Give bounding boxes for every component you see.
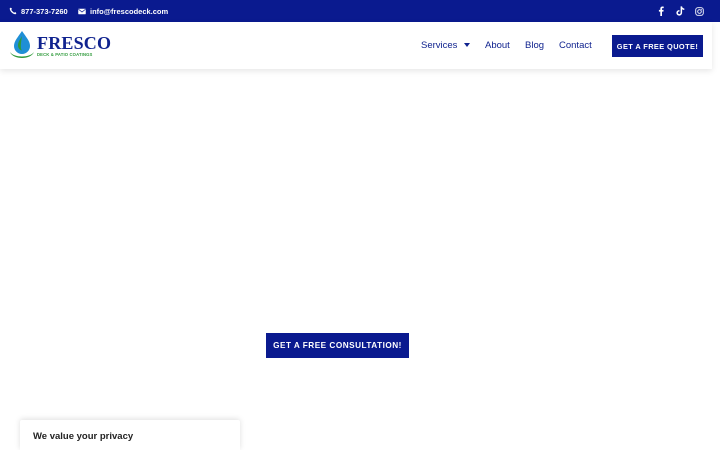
site-header: FRESCO DECK & PATIO COATINGS Services Ab… [0,22,712,69]
envelope-icon [78,8,86,15]
top-contact-bar: 877-373-7260 info@frescodeck.com [0,0,720,22]
nav-contact[interactable]: Contact [559,22,592,69]
nav-about[interactable]: About [485,22,510,69]
logo-tagline: DECK & PATIO COATINGS [37,52,93,57]
logo-wordmark: FRESCO DECK & PATIO COATINGS [37,34,111,58]
nav-services[interactable]: Services [421,22,473,69]
caret-down-icon [461,40,473,51]
get-free-consultation-button[interactable]: GET A FREE CONSULTATION! [266,333,409,358]
privacy-banner-title: We value your privacy [33,431,134,442]
fresco-logo[interactable]: FRESCO DECK & PATIO COATINGS [8,30,111,62]
email-address: info@frescodeck.com [90,6,169,16]
water-drop-logo-icon [10,31,34,58]
get-free-quote-button[interactable]: GET A FREE QUOTE! [612,35,703,57]
email-link[interactable]: info@frescodeck.com [78,0,168,22]
phone-link[interactable]: 877-373-7260 [9,0,68,22]
logo-name: FRESCO [37,33,112,53]
nav-blog[interactable]: Blog [525,22,544,69]
nav-services-label: Services [421,40,458,51]
instagram-icon[interactable] [694,6,704,16]
phone-icon [9,7,17,15]
facebook-icon[interactable] [656,6,666,16]
social-links [656,0,704,22]
tiktok-icon[interactable] [675,6,685,16]
privacy-consent-banner: We value your privacy [20,420,240,450]
phone-number: 877-373-7260 [21,6,68,16]
